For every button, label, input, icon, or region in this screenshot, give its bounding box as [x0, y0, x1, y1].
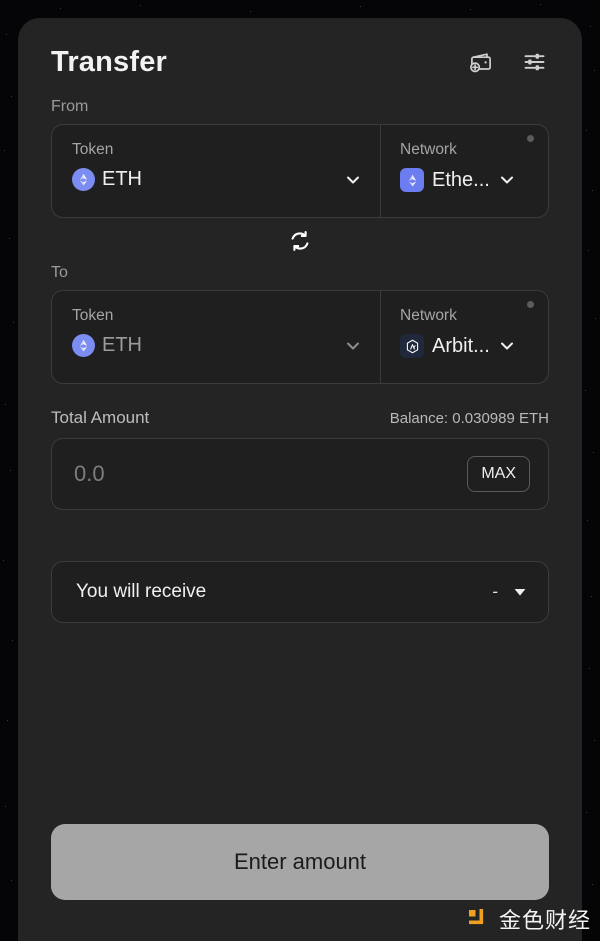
- from-token-value: ETH: [102, 168, 142, 190]
- caret-down-icon[interactable]: [512, 584, 528, 600]
- ethereum-round-icon: [72, 168, 95, 191]
- to-network-label: Network: [400, 307, 457, 324]
- from-network-value: Ethe...: [432, 168, 490, 191]
- from-network-label: Network: [400, 141, 457, 158]
- from-token-label: Token: [72, 141, 114, 158]
- enter-amount-button[interactable]: Enter amount: [51, 824, 549, 900]
- arbitrum-square-icon: [400, 334, 424, 358]
- amount-input-box: MAX: [51, 438, 549, 510]
- from-token-network-card: Token ETH Network Ethe...: [51, 124, 549, 218]
- to-network-selector[interactable]: Network Arbit...: [381, 291, 548, 383]
- balance-label: Balance: 0.030989 ETH: [389, 410, 549, 427]
- you-will-receive-value: -: [492, 582, 498, 601]
- max-button[interactable]: MAX: [467, 456, 530, 492]
- amount-input[interactable]: [74, 461, 414, 487]
- ethereum-square-icon: [400, 168, 424, 192]
- chevron-down-icon[interactable]: [344, 337, 362, 355]
- watermark: 金色财经: [466, 903, 591, 935]
- to-section-label: To: [51, 264, 68, 281]
- swap-row: [51, 218, 549, 264]
- watermark-text: 金色财经: [498, 909, 591, 934]
- transfer-panel: Transfer From Token ETH Network Ethe... …: [18, 18, 582, 941]
- chevron-down-icon[interactable]: [498, 171, 516, 189]
- to-token-selector[interactable]: Token ETH: [52, 291, 381, 383]
- from-token-selector[interactable]: Token ETH: [52, 125, 381, 217]
- jinse-logo-icon: [466, 906, 492, 932]
- page-title: Transfer: [51, 45, 168, 78]
- to-token-value: ETH: [102, 334, 142, 356]
- to-token-network-card: Token ETH Network Arbit...: [51, 290, 549, 384]
- from-network-status-dot: [527, 135, 534, 142]
- swap-arrows-icon[interactable]: [285, 226, 315, 256]
- from-network-selector[interactable]: Network Ethe...: [381, 125, 548, 217]
- you-will-receive-row[interactable]: You will receive -: [51, 561, 549, 623]
- chevron-down-icon[interactable]: [344, 171, 362, 189]
- sliders-settings-icon[interactable]: [521, 48, 549, 76]
- to-network-status-dot: [527, 301, 534, 308]
- wallet-add-icon[interactable]: [467, 48, 495, 76]
- from-section-label: From: [51, 98, 89, 115]
- to-network-value: Arbit...: [432, 334, 490, 357]
- ethereum-round-icon: [72, 334, 95, 357]
- header-actions: [467, 48, 549, 76]
- chevron-down-icon[interactable]: [498, 337, 516, 355]
- amount-header: Total Amount Balance: 0.030989 ETH: [51, 408, 549, 428]
- total-amount-label: Total Amount: [51, 408, 150, 427]
- to-token-label: Token: [72, 307, 114, 324]
- panel-header: Transfer: [51, 18, 549, 88]
- you-will-receive-label: You will receive: [76, 581, 207, 602]
